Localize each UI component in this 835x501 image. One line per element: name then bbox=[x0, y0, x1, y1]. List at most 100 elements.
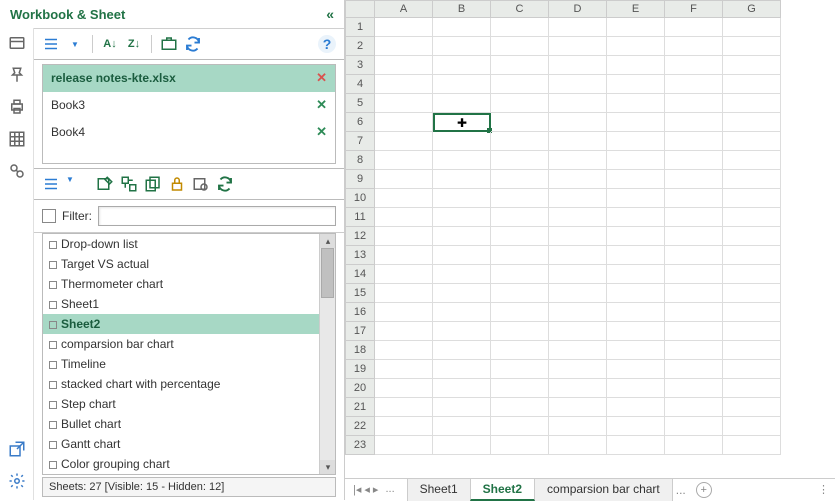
workbook-item[interactable]: release notes-kte.xlsx ✕ bbox=[43, 65, 335, 92]
cell[interactable] bbox=[607, 56, 665, 75]
cell[interactable] bbox=[549, 94, 607, 113]
cell[interactable] bbox=[723, 341, 781, 360]
cell[interactable] bbox=[433, 322, 491, 341]
row-header[interactable]: 4 bbox=[345, 75, 375, 94]
cell[interactable] bbox=[665, 265, 723, 284]
sheet-checkbox-icon[interactable] bbox=[49, 321, 57, 329]
cell[interactable] bbox=[723, 151, 781, 170]
sheet-tab[interactable]: Sheet1 bbox=[407, 478, 471, 501]
cell[interactable] bbox=[375, 436, 433, 455]
cell[interactable] bbox=[607, 360, 665, 379]
cell[interactable] bbox=[375, 18, 433, 37]
row-header[interactable]: 13 bbox=[345, 246, 375, 265]
cell[interactable] bbox=[491, 379, 549, 398]
cell[interactable] bbox=[375, 360, 433, 379]
cell[interactable] bbox=[549, 265, 607, 284]
cell[interactable] bbox=[433, 284, 491, 303]
list-menu-dropdown-icon[interactable]: ▼ bbox=[66, 35, 84, 53]
cell[interactable] bbox=[491, 303, 549, 322]
cell[interactable] bbox=[375, 379, 433, 398]
sheet-item[interactable]: Drop-down list bbox=[43, 234, 319, 254]
cell[interactable] bbox=[549, 417, 607, 436]
cell[interactable] bbox=[375, 417, 433, 436]
cell[interactable] bbox=[375, 208, 433, 227]
cell[interactable] bbox=[491, 170, 549, 189]
sync-icon[interactable] bbox=[120, 175, 138, 193]
cell[interactable] bbox=[723, 113, 781, 132]
cell[interactable] bbox=[491, 265, 549, 284]
sheet-checkbox-icon[interactable] bbox=[49, 441, 57, 449]
cell[interactable] bbox=[375, 151, 433, 170]
filter-checkbox[interactable] bbox=[42, 209, 56, 223]
cell[interactable]: ✚ bbox=[433, 113, 491, 132]
cell[interactable] bbox=[491, 227, 549, 246]
cell[interactable] bbox=[491, 37, 549, 56]
cell[interactable] bbox=[607, 113, 665, 132]
cell[interactable] bbox=[375, 113, 433, 132]
cell[interactable] bbox=[375, 227, 433, 246]
cell[interactable] bbox=[723, 227, 781, 246]
cell[interactable] bbox=[607, 322, 665, 341]
cell[interactable] bbox=[723, 265, 781, 284]
tab-overflow-right[interactable]: ... bbox=[672, 483, 690, 497]
row-header[interactable]: 21 bbox=[345, 398, 375, 417]
spreadsheet-grid[interactable]: ABCDEFG 123456✚7891011121314151617181920… bbox=[345, 0, 835, 478]
sheet-checkbox-icon[interactable] bbox=[49, 341, 57, 349]
cell[interactable] bbox=[665, 56, 723, 75]
cell[interactable] bbox=[665, 113, 723, 132]
cell[interactable] bbox=[375, 246, 433, 265]
cell[interactable] bbox=[549, 75, 607, 94]
cell[interactable] bbox=[491, 151, 549, 170]
copy-sheet-icon[interactable] bbox=[144, 175, 162, 193]
cell[interactable] bbox=[491, 436, 549, 455]
column-header[interactable]: C bbox=[491, 0, 549, 18]
cell[interactable] bbox=[491, 398, 549, 417]
row-header[interactable]: 8 bbox=[345, 151, 375, 170]
cell[interactable] bbox=[665, 94, 723, 113]
cell[interactable] bbox=[665, 322, 723, 341]
cell[interactable] bbox=[549, 341, 607, 360]
workbook-item[interactable]: Book4 ✕ bbox=[43, 119, 335, 146]
row-header[interactable]: 16 bbox=[345, 303, 375, 322]
cell[interactable] bbox=[549, 18, 607, 37]
cell[interactable] bbox=[491, 208, 549, 227]
cell[interactable] bbox=[375, 94, 433, 113]
help-icon[interactable]: ? bbox=[318, 35, 336, 53]
cell[interactable] bbox=[491, 18, 549, 37]
row-header[interactable]: 19 bbox=[345, 360, 375, 379]
cell[interactable] bbox=[491, 94, 549, 113]
cell[interactable] bbox=[549, 379, 607, 398]
cell[interactable] bbox=[723, 322, 781, 341]
select-all-corner[interactable] bbox=[345, 0, 375, 18]
cell[interactable] bbox=[375, 37, 433, 56]
cell[interactable] bbox=[433, 37, 491, 56]
refresh-icon[interactable] bbox=[184, 35, 202, 53]
cell[interactable] bbox=[607, 132, 665, 151]
cell[interactable] bbox=[607, 398, 665, 417]
cell[interactable] bbox=[433, 246, 491, 265]
cell[interactable] bbox=[433, 151, 491, 170]
sheet-checkbox-icon[interactable] bbox=[49, 261, 57, 269]
cell[interactable] bbox=[723, 170, 781, 189]
sort-desc-icon[interactable]: Z↓ bbox=[125, 35, 143, 53]
column-header[interactable]: G bbox=[723, 0, 781, 18]
cell[interactable] bbox=[491, 322, 549, 341]
tab-prev-icon[interactable]: ◂ bbox=[364, 483, 370, 496]
cell[interactable] bbox=[375, 341, 433, 360]
cell[interactable] bbox=[549, 284, 607, 303]
row-header[interactable]: 3 bbox=[345, 56, 375, 75]
row-header[interactable]: 7 bbox=[345, 132, 375, 151]
cell[interactable] bbox=[549, 227, 607, 246]
cell[interactable] bbox=[723, 379, 781, 398]
cell[interactable] bbox=[491, 75, 549, 94]
cell[interactable] bbox=[433, 75, 491, 94]
row-header[interactable]: 10 bbox=[345, 189, 375, 208]
cell[interactable] bbox=[433, 94, 491, 113]
cell[interactable] bbox=[723, 189, 781, 208]
panel-find-icon[interactable] bbox=[8, 162, 26, 180]
cell[interactable] bbox=[549, 246, 607, 265]
cell[interactable] bbox=[723, 246, 781, 265]
cell[interactable] bbox=[607, 379, 665, 398]
sheet-item[interactable]: stacked chart with percentage bbox=[43, 374, 319, 394]
row-header[interactable]: 12 bbox=[345, 227, 375, 246]
